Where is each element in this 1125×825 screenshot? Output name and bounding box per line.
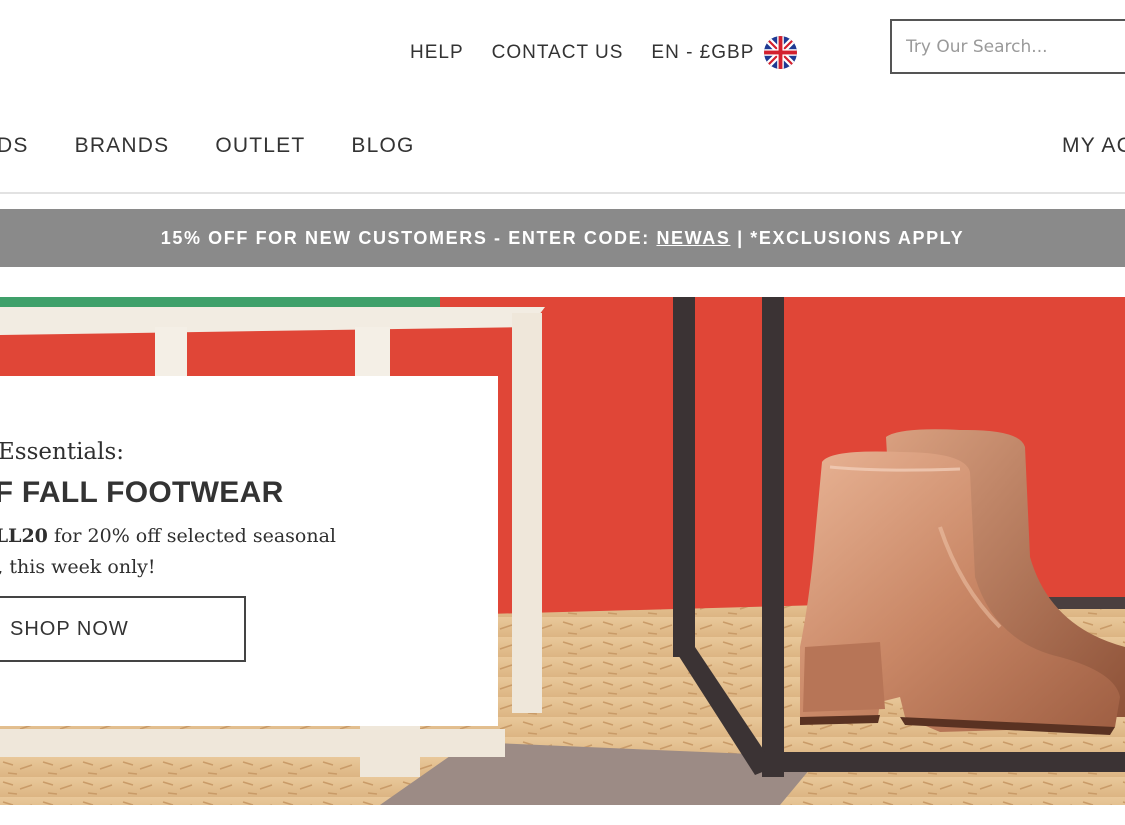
search-box [890, 19, 1125, 74]
uk-flag-icon [764, 36, 798, 69]
contact-us-link[interactable]: CONTACT US [492, 42, 624, 64]
promo-suffix: | *EXCLUSIONS APPLY [730, 227, 965, 248]
hero-desc-code: ALL20 [0, 525, 48, 547]
locale-selector[interactable]: EN - £GBP [651, 36, 798, 69]
hero-card: Essentials: FF FALL FOOTWEAR ALL20 for 2… [0, 376, 498, 726]
hero-desc-line-2: ry, this week only! [0, 556, 156, 578]
hero-eyebrow: Essentials: [0, 439, 125, 465]
main-nav: IDS BRANDS OUTLET BLOG [0, 134, 415, 158]
shop-now-button[interactable]: SHOP NOW [0, 596, 246, 662]
search-input[interactable] [892, 21, 1125, 72]
utility-links: HELP CONTACT US EN - £GBP [410, 36, 798, 69]
promo-code[interactable]: NEWAS [656, 228, 730, 248]
promo-text: 15% OFF FOR NEW CUSTOMERS - ENTER CODE: … [161, 228, 964, 249]
nav-item-brands[interactable]: BRANDS [75, 134, 170, 158]
nav-divider [0, 192, 1125, 194]
promo-banner: 15% OFF FOR NEW CUSTOMERS - ENTER CODE: … [0, 209, 1125, 267]
locale-label: EN - £GBP [651, 41, 755, 63]
promo-prefix: 15% OFF FOR NEW CUSTOMERS - ENTER CODE: [160, 227, 657, 248]
hero-desc-line-1-text: for 20% off selected seasonal [47, 525, 336, 547]
nav-item-outlet[interactable]: OUTLET [215, 134, 305, 158]
help-link[interactable]: HELP [410, 42, 464, 64]
utility-bar: HELP CONTACT US EN - £GBP [0, 0, 1125, 100]
nav-item-blog[interactable]: BLOG [351, 134, 414, 158]
nav-item-kids[interactable]: IDS [0, 134, 29, 158]
hero-description: ALL20 for 20% off selected seasonal ry, … [0, 521, 400, 583]
my-account-link[interactable]: MY AC [1062, 134, 1125, 158]
hero-desc-line-1: ALL20 for 20% off selected seasonal [0, 521, 400, 552]
hero-banner[interactable]: Essentials: FF FALL FOOTWEAR ALL20 for 2… [0, 297, 1125, 805]
hero-title: FF FALL FOOTWEAR [0, 476, 284, 509]
